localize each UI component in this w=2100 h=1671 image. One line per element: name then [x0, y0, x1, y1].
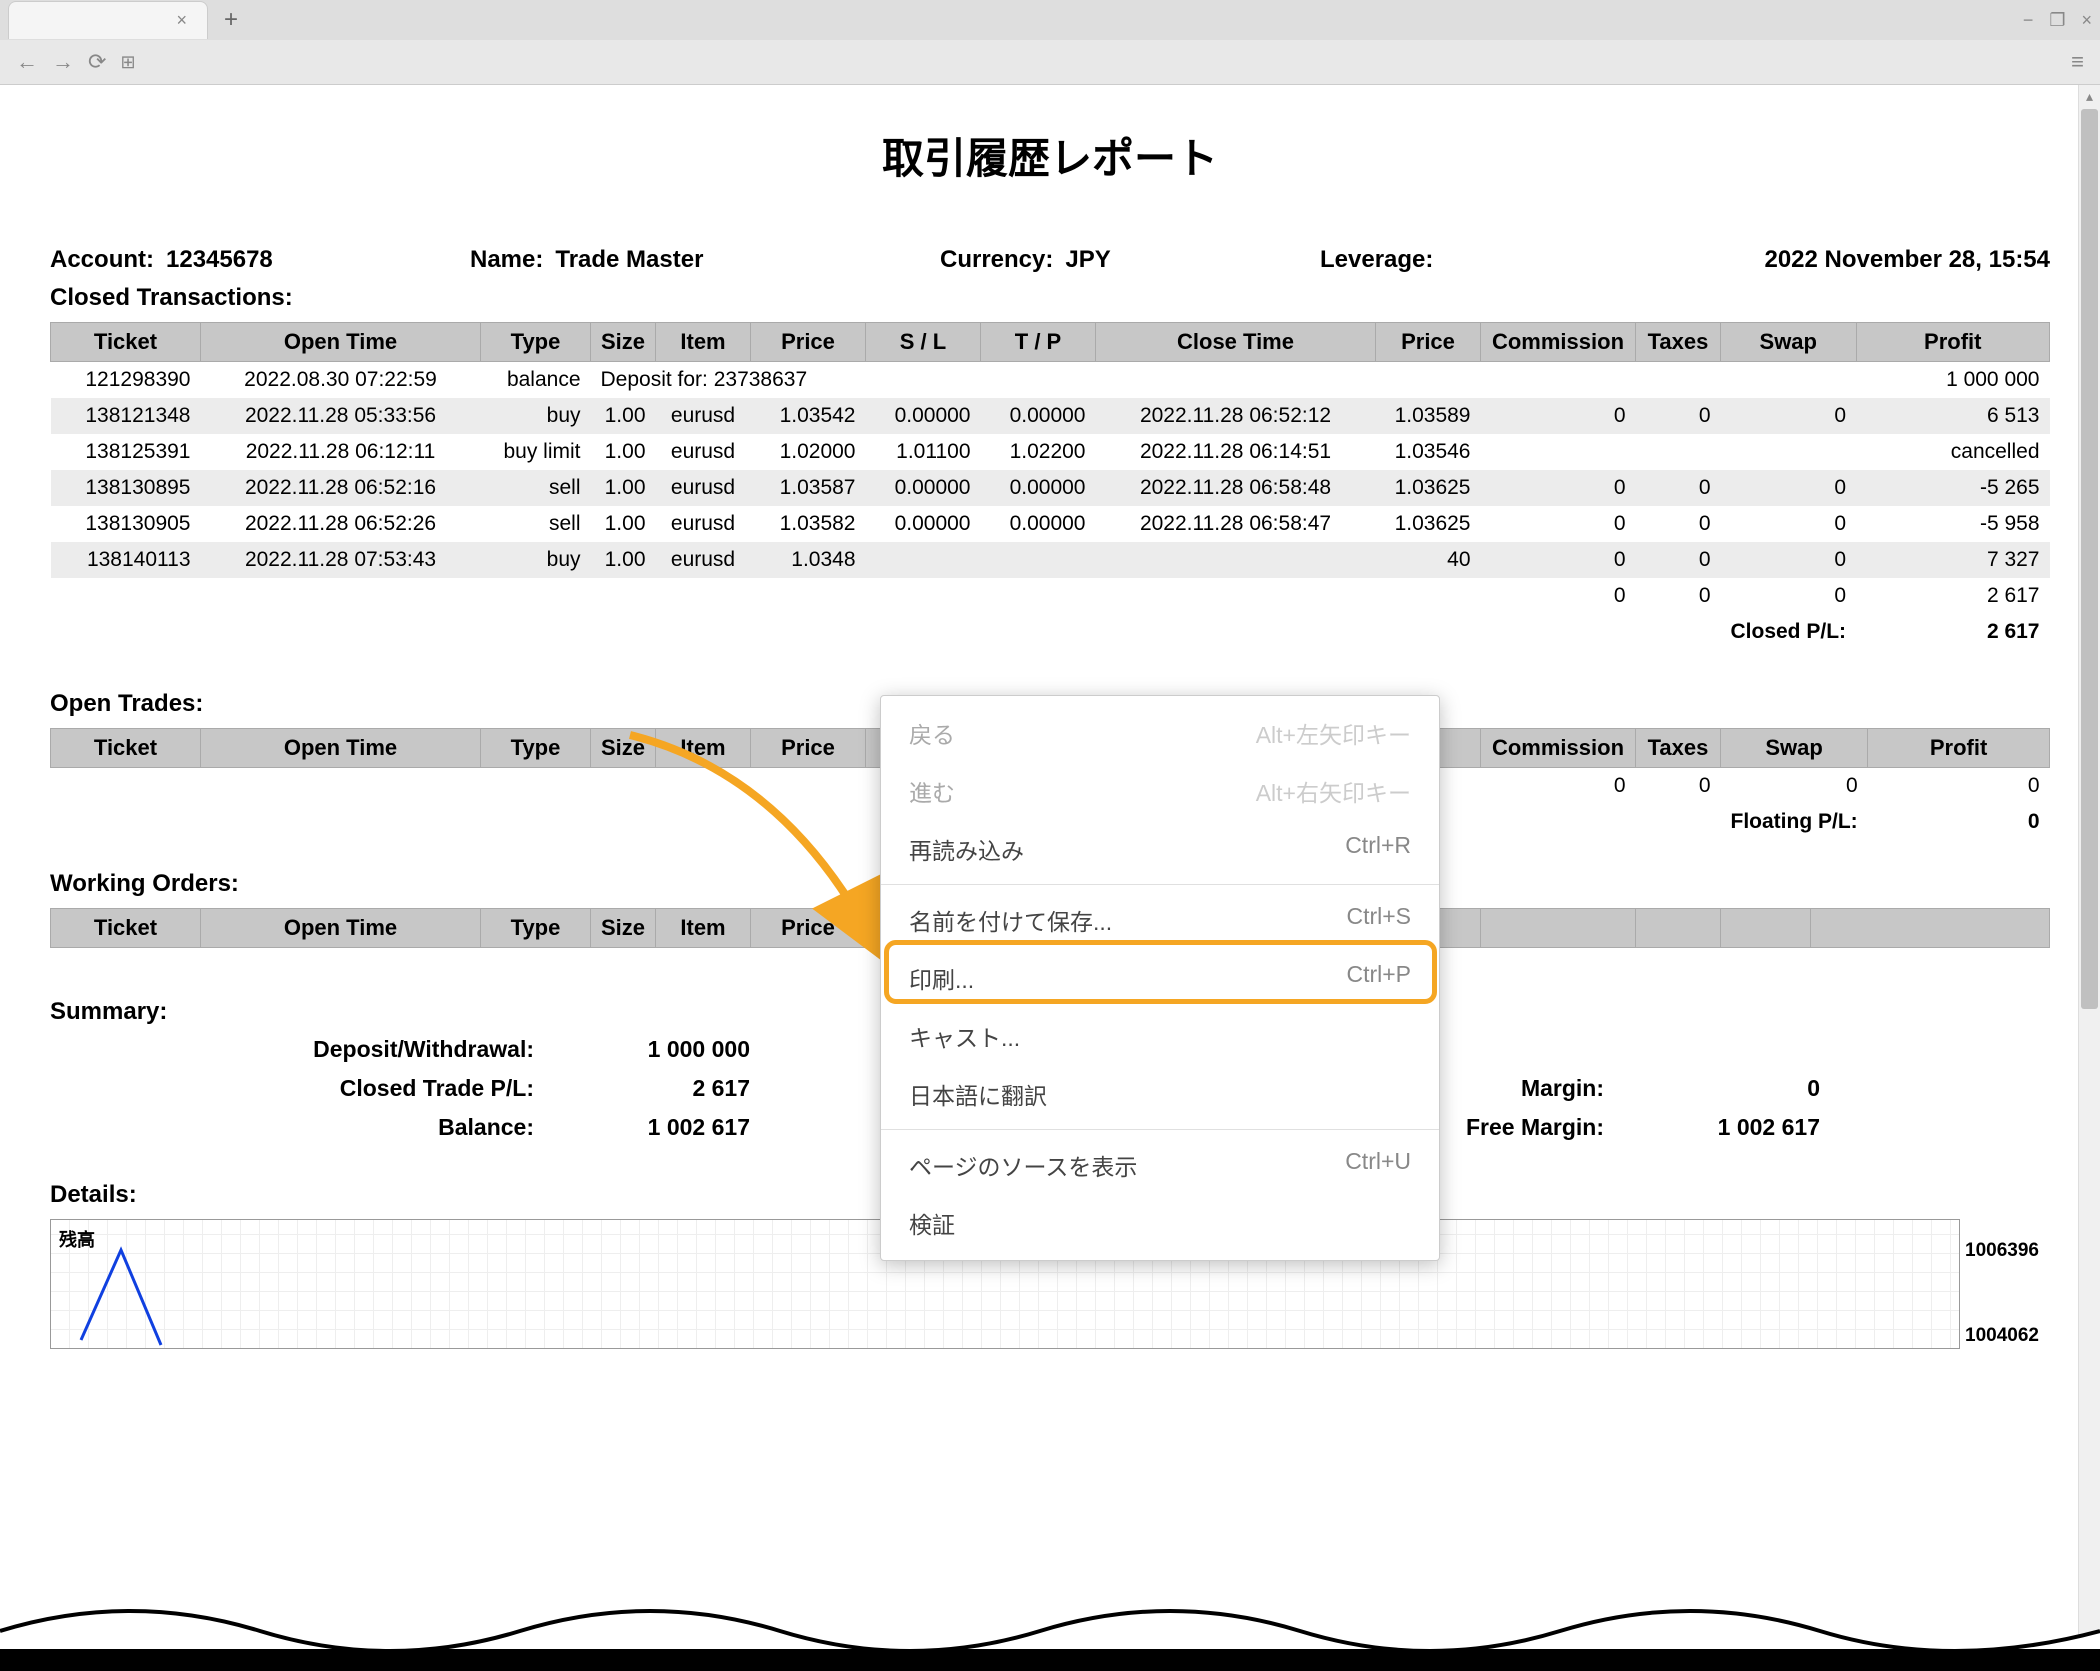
menu-item-label: ページのソースを表示 — [909, 1148, 1137, 1182]
table-row: 1381253912022.11.28 06:12:11buy limit1.0… — [51, 434, 2050, 470]
chart-y2: 1004062 — [1965, 1325, 2039, 1347]
menu-item-label: 再読み込み — [909, 832, 1024, 866]
deposit-label: Deposit/Withdrawal: — [170, 1036, 550, 1063]
closed-transactions-table: Ticket Open Time Type Size Item Price S … — [50, 322, 2050, 650]
wave-decoration — [0, 1581, 2100, 1671]
menu-item-shortcut: Ctrl+R — [1345, 832, 1411, 866]
closed-pl-value: 2 617 — [550, 1075, 750, 1102]
account-info-row: Account: 12345678 Name: Trade Master Curre… — [50, 246, 2050, 274]
page-title: 取引履歴レポート — [50, 125, 2050, 186]
scrollbar-thumb[interactable] — [2081, 109, 2098, 1009]
th-sl: S / L — [866, 323, 981, 362]
table-row: 1381401132022.11.28 07:53:43buy1.00eurus… — [51, 542, 2050, 578]
th-taxes: Taxes — [1636, 323, 1721, 362]
th-swap: Swap — [1721, 323, 1857, 362]
th-tp: T / P — [981, 323, 1096, 362]
th-commission: Commission — [1481, 323, 1636, 362]
new-tab-button[interactable]: + — [212, 6, 250, 34]
close-window-icon[interactable]: × — [2081, 10, 2092, 31]
apps-icon[interactable]: ⊞ — [120, 52, 135, 73]
th-type: Type — [481, 323, 591, 362]
deposit-value: 1 000 000 — [550, 1036, 750, 1063]
context-menu-item[interactable]: 再読み込み Ctrl+R — [881, 820, 1439, 878]
scroll-up-icon[interactable]: ▴ — [2079, 85, 2100, 107]
menu-item-shortcut: Alt+左矢印キー — [1256, 716, 1411, 750]
name-value: Trade Master — [555, 246, 703, 274]
account-value: 12345678 — [166, 246, 273, 274]
browser-chrome: × + − ❐ × ← → ⟳ ⊞ ≡ — [0, 0, 2100, 85]
chart-line-icon — [71, 1240, 191, 1350]
table-row: 1212983902022.08.30 07:22:59balanceDepos… — [51, 362, 2050, 399]
closed-transactions-title: Closed Transactions: — [50, 284, 2050, 312]
totals-row: 0002 617 — [51, 578, 2050, 614]
free-margin-value: 1 002 617 — [1620, 1114, 1820, 1141]
menu-item-label: 日本語に翻訳 — [909, 1077, 1047, 1111]
account-label: Account: — [50, 246, 154, 274]
browser-tab[interactable]: × — [8, 1, 208, 39]
tabs-bar: × + − ❐ × — [0, 0, 2100, 40]
menu-divider — [881, 1129, 1439, 1130]
th-profit: Profit — [1856, 323, 2049, 362]
balance-value: 1 002 617 — [550, 1114, 750, 1141]
menu-item-label: 印刷... — [909, 961, 974, 995]
currency-label: Currency: — [940, 246, 1053, 274]
menu-item-label: 検証 — [909, 1206, 955, 1240]
table-row: 1381309052022.11.28 06:52:26sell1.00euru… — [51, 506, 2050, 542]
back-icon[interactable]: ← — [16, 49, 38, 75]
chart-y1: 1006396 — [1965, 1240, 2039, 1262]
reload-icon[interactable]: ⟳ — [88, 49, 106, 75]
context-menu-item[interactable]: 名前を付けて保存... Ctrl+S — [881, 891, 1439, 949]
margin-value: 0 — [1620, 1075, 1820, 1102]
scrollbar[interactable]: ▴ ▾ — [2078, 85, 2100, 1671]
toolbar: ← → ⟳ ⊞ ≡ — [0, 40, 2100, 84]
context-menu-item[interactable]: 検証 — [881, 1194, 1439, 1252]
table-row: 1381213482022.11.28 05:33:56buy1.00eurus… — [51, 398, 2050, 434]
balance-label: Balance: — [170, 1114, 550, 1141]
leverage-label: Leverage: — [1320, 246, 1433, 274]
menu-item-shortcut: Ctrl+S — [1346, 903, 1411, 937]
th-item: Item — [656, 323, 751, 362]
name-label: Name: — [470, 246, 543, 274]
closed-pl-label: Closed Trade P/L: — [170, 1075, 550, 1102]
context-menu-item[interactable]: ページのソースを表示 Ctrl+U — [881, 1136, 1439, 1194]
menu-icon[interactable]: ≡ — [2071, 49, 2084, 75]
menu-item-label: キャスト... — [909, 1019, 1020, 1053]
report-datetime: 2022 November 28, 15:54 — [1764, 246, 2050, 274]
restore-icon[interactable]: ❐ — [2049, 10, 2065, 31]
context-menu-item[interactable]: 印刷... Ctrl+P — [881, 949, 1439, 1007]
currency-value: JPY — [1065, 246, 1110, 274]
menu-item-shortcut: Ctrl+U — [1345, 1148, 1411, 1182]
menu-item-label: 名前を付けて保存... — [909, 903, 1112, 937]
window-controls: − ❐ × — [2023, 10, 2092, 31]
table-row: 1381308952022.11.28 06:52:16sell1.00euru… — [51, 470, 2050, 506]
context-menu-item: 戻る Alt+左矢印キー — [881, 704, 1439, 762]
context-menu: 戻る Alt+左矢印キー進む Alt+右矢印キー再読み込み Ctrl+R 名前を付けて保… — [880, 695, 1440, 1261]
th-close-time: Close Time — [1096, 323, 1376, 362]
th-price: Price — [751, 323, 866, 362]
close-icon[interactable]: × — [176, 10, 187, 31]
th-open-time: Open Time — [201, 323, 481, 362]
menu-item-label: 戻る — [909, 716, 955, 750]
forward-icon[interactable]: → — [52, 49, 74, 75]
menu-item-label: 進む — [909, 774, 955, 808]
table-header-row: Ticket Open Time Type Size Item Price S … — [51, 323, 2050, 362]
context-menu-item[interactable]: 日本語に翻訳 — [881, 1065, 1439, 1123]
content-area: 取引履歴レポート Account: 12345678 Name: Trade Mas… — [0, 85, 2100, 1671]
menu-divider — [881, 884, 1439, 885]
context-menu-item[interactable]: キャスト... — [881, 1007, 1439, 1065]
minimize-icon[interactable]: − — [2023, 10, 2034, 31]
closed-pl-row: Closed P/L:2 617 — [51, 614, 2050, 650]
th-size: Size — [591, 323, 656, 362]
context-menu-item: 進む Alt+右矢印キー — [881, 762, 1439, 820]
menu-item-shortcut: Alt+右矢印キー — [1256, 774, 1411, 808]
th-price2: Price — [1376, 323, 1481, 362]
th-ticket: Ticket — [51, 323, 201, 362]
menu-item-shortcut: Ctrl+P — [1346, 961, 1411, 995]
